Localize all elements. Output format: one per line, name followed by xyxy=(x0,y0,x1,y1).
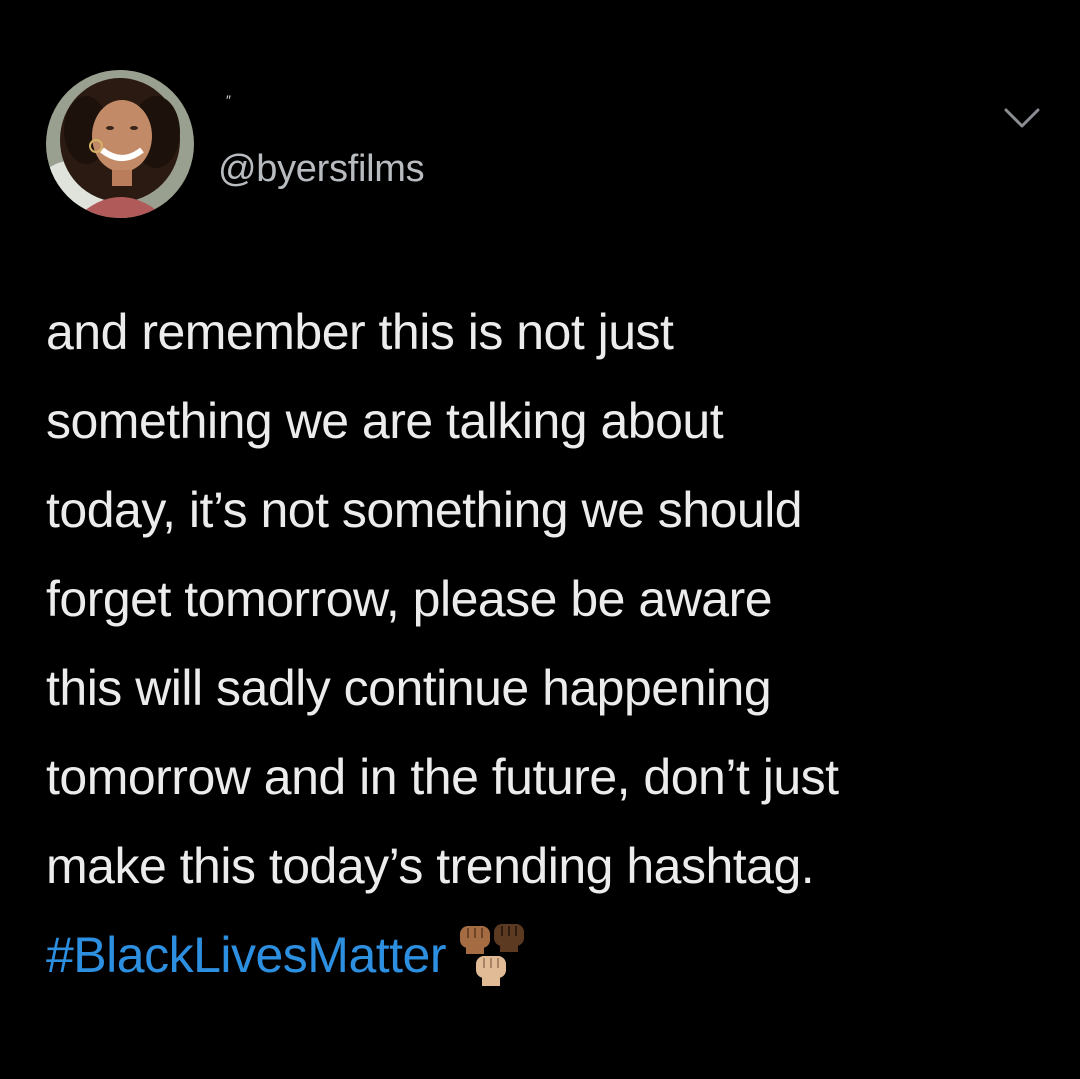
tweet-text-line: tomorrow and in the future, don’t just xyxy=(46,749,839,805)
hashtag-line: #BlackLivesMatter xyxy=(46,911,1056,1000)
hashtag-link[interactable]: #BlackLivesMatter xyxy=(46,911,447,1000)
display-name[interactable]: ″ xyxy=(226,92,234,108)
tweet-text-line: and remember this is not just xyxy=(46,304,674,360)
raised-fists-icon xyxy=(456,920,528,992)
chevron-down-icon[interactable] xyxy=(1000,104,1044,132)
tweet-text-line: this will sadly continue happening xyxy=(46,660,772,716)
tweet-text-line: something we are talking about xyxy=(46,393,724,449)
tweet-text-line: today, it’s not something we should xyxy=(46,482,803,538)
user-handle[interactable]: @byersfilms xyxy=(218,146,425,192)
avatar-image xyxy=(46,70,194,218)
profile-avatar[interactable] xyxy=(46,70,194,218)
tweet-text-line: forget tomorrow, please be aware xyxy=(46,571,773,627)
tweet-text: and remember this is not just something … xyxy=(46,288,1056,1000)
tweet-text-line: make this today’s trending hashtag. xyxy=(46,838,815,894)
tweet-card: ″ @byersfilms and remember this is not j… xyxy=(0,0,1080,1079)
